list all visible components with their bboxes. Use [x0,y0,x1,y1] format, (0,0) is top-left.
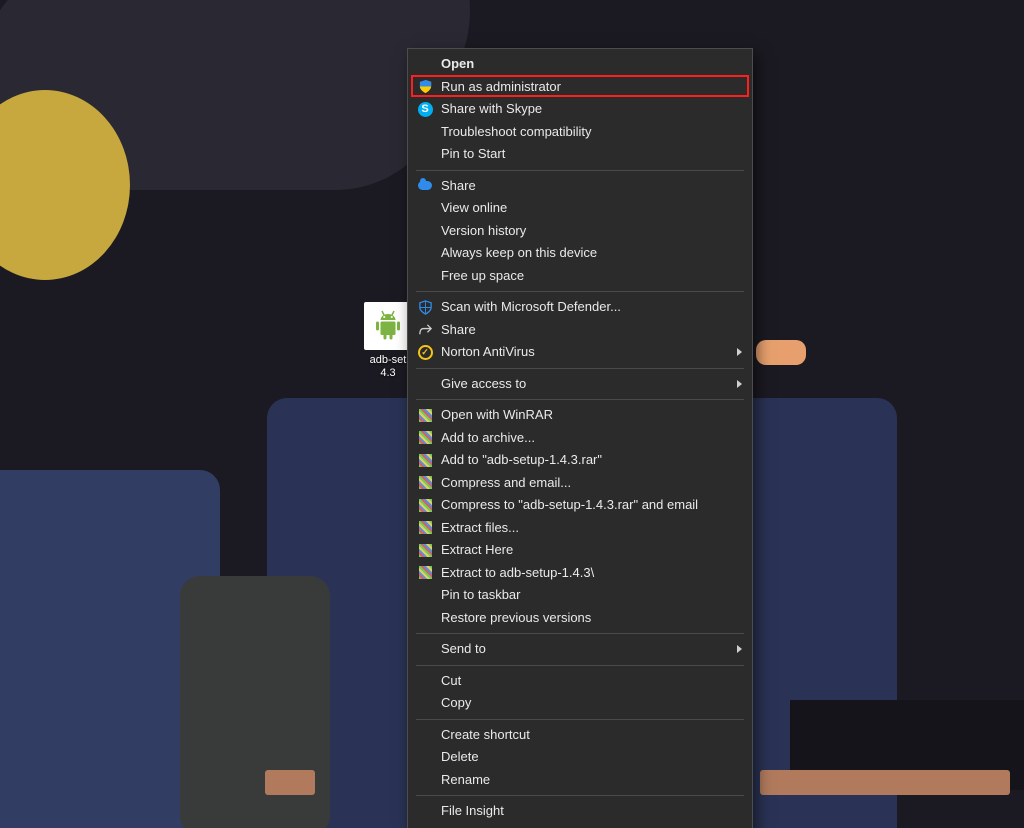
menu-item-delete[interactable]: Delete [408,746,752,769]
wallpaper-shape [265,770,315,795]
wallpaper-shape [756,340,806,365]
menu-separator [416,665,744,666]
menu-item-share-skype[interactable]: S Share with Skype [408,98,752,121]
menu-item-file-insight[interactable]: File Insight [408,800,752,823]
menu-item-free-up[interactable]: Free up space [408,265,752,288]
menu-item-add-to-rar[interactable]: Add to "adb-setup-1.4.3.rar" [408,449,752,472]
android-icon [364,302,412,350]
winrar-icon [417,497,433,513]
menu-item-troubleshoot[interactable]: Troubleshoot compatibility [408,121,752,144]
menu-item-view-online[interactable]: View online [408,197,752,220]
menu-separator [416,170,744,171]
menu-item-scan-defender[interactable]: Scan with Microsoft Defender... [408,296,752,319]
menu-item-rename[interactable]: Rename [408,769,752,792]
menu-separator [416,633,744,634]
winrar-icon [417,565,433,581]
menu-item-share-system[interactable]: Share [408,319,752,342]
uac-shield-icon [417,79,433,95]
chevron-right-icon [737,348,742,356]
menu-item-extract-files[interactable]: Extract files... [408,517,752,540]
menu-item-cut[interactable]: Cut [408,670,752,693]
menu-item-add-archive[interactable]: Add to archive... [408,427,752,450]
menu-item-run-as-admin[interactable]: Run as administrator [408,76,752,99]
chevron-right-icon [737,645,742,653]
winrar-icon [417,520,433,536]
menu-separator [416,795,744,796]
norton-icon: ✓ [417,344,433,360]
winrar-icon [417,452,433,468]
context-menu: Open Run as administrator S Share with S… [407,48,753,828]
menu-item-extract-to[interactable]: Extract to adb-setup-1.4.3\ [408,562,752,585]
menu-separator [416,291,744,292]
desktop[interactable]: adb-set 4.3 Open Run as administrator S … [0,0,1024,828]
winrar-icon [417,475,433,491]
menu-item-create-shortcut[interactable]: Create shortcut [408,724,752,747]
winrar-icon [417,542,433,558]
menu-separator [416,719,744,720]
chevron-right-icon [737,380,742,388]
menu-item-give-access[interactable]: Give access to [408,373,752,396]
menu-item-open[interactable]: Open [408,53,752,76]
android-robot-icon [370,308,406,344]
wallpaper-shape [760,770,1010,795]
menu-item-copy[interactable]: Copy [408,692,752,715]
menu-item-pin-taskbar[interactable]: Pin to taskbar [408,584,752,607]
menu-separator [416,399,744,400]
skype-icon: S [417,101,433,117]
menu-item-compress-email[interactable]: Compress and email... [408,472,752,495]
menu-item-extract-here[interactable]: Extract Here [408,539,752,562]
menu-item-share-onedrive[interactable]: Share [408,175,752,198]
share-icon [417,322,433,338]
menu-item-compress-to-email[interactable]: Compress to "adb-setup-1.4.3.rar" and em… [408,494,752,517]
menu-item-restore-prev[interactable]: Restore previous versions [408,607,752,630]
menu-item-norton[interactable]: ✓ Norton AntiVirus [408,341,752,364]
menu-item-version-history[interactable]: Version history [408,220,752,243]
menu-item-always-keep[interactable]: Always keep on this device [408,242,752,265]
menu-item-pin-start[interactable]: Pin to Start [408,143,752,166]
menu-item-send-to[interactable]: Send to [408,638,752,661]
winrar-icon [417,407,433,423]
menu-item-open-winrar[interactable]: Open with WinRAR [408,404,752,427]
menu-separator [416,368,744,369]
defender-shield-icon [417,299,433,315]
winrar-icon [417,430,433,446]
menu-item-properties[interactable]: Properties [408,823,752,828]
cloud-icon [417,178,433,194]
